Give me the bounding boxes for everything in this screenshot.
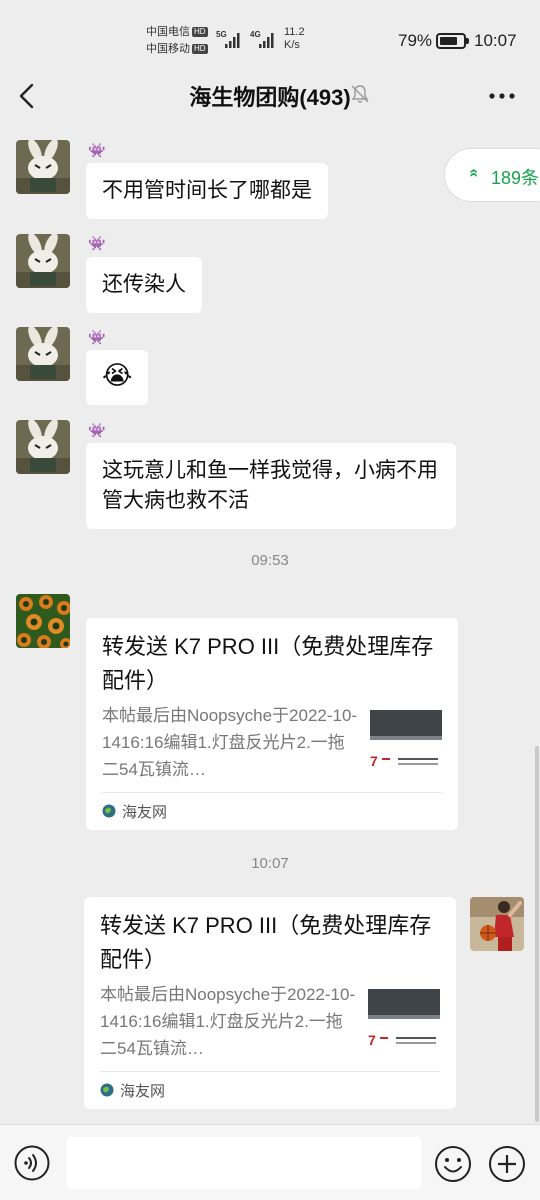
avatar-bunny[interactable] — [16, 327, 70, 381]
svg-text:7: 7 — [368, 1032, 376, 1048]
message-bubble[interactable]: 这玩意儿和鱼一样我觉得，小病不用管大病也救不活 — [86, 443, 456, 529]
message-timestamp: 10:07 — [251, 855, 289, 872]
coral-avatar-image — [16, 594, 70, 648]
bunny-avatar-image — [16, 234, 70, 288]
shared-link-card[interactable]: 转发送 K7 PRO III（免费处理库存配件） 本帖最后由Noopsyche于… — [86, 618, 458, 830]
crying-laughing-emoji-icon: 😭 — [102, 360, 133, 390]
svg-text:7: 7 — [370, 753, 378, 769]
card-description: 本帖最后由Noopsyche于2022-10-1416:16编辑1.灯盘反光片2… — [102, 706, 358, 779]
card-divider — [100, 1071, 440, 1072]
input-bar — [0, 1124, 540, 1200]
carrier-1: 中国电信 — [146, 26, 190, 38]
network-speed-unit: K/s — [284, 39, 300, 51]
plus-icon[interactable] — [488, 1145, 526, 1183]
shared-link-card[interactable]: 转发送 K7 PRO III（免费处理库存配件） 本帖最后由Noopsyche于… — [84, 897, 456, 1109]
avatar-bunny[interactable] — [16, 234, 70, 288]
bunny-avatar-image — [16, 140, 70, 194]
globe-icon — [100, 1083, 114, 1097]
battery-icon — [436, 33, 469, 49]
bunny-avatar-image — [16, 327, 70, 381]
message-bubble[interactable]: 还传染人 — [86, 257, 202, 313]
basketball-avatar-image — [470, 897, 524, 951]
emoji-icon[interactable] — [434, 1145, 472, 1183]
card-title: 转发送 K7 PRO III（免费处理库存配件） — [102, 634, 434, 693]
hd-badge-1: HD — [192, 27, 208, 37]
carrier-2: 中国移动 — [146, 43, 190, 55]
voice-icon[interactable] — [14, 1145, 50, 1181]
signal-5g: 5G — [216, 30, 244, 48]
card-divider — [102, 792, 442, 793]
bunny-avatar-image — [16, 420, 70, 474]
bell-off-icon — [351, 85, 369, 103]
avatar-bunny[interactable] — [16, 420, 70, 474]
signal-bars-icon — [259, 33, 274, 48]
unread-count: 189条 — [491, 168, 540, 188]
network-speed: 11.2 K/s — [284, 26, 305, 52]
chat-header: 海生物团购(493) — [0, 70, 540, 122]
signal-4g: 4G — [250, 30, 278, 48]
status-bar: 中国电信 HD 中国移动 HD 5G 4G 11.2 K/s 79% 10:07 — [0, 0, 540, 70]
status-time: 10:07 — [474, 31, 517, 50]
avatar-self[interactable] — [470, 897, 524, 951]
message-bubble[interactable]: 不用管时间长了哪都是 — [86, 163, 328, 219]
signal-bars-icon — [225, 33, 240, 48]
card-thumbnail: 7 — [368, 987, 440, 1059]
message-timestamp: 09:53 — [251, 552, 289, 569]
hd-badge-2: HD — [192, 44, 208, 54]
carrier-info: 中国电信 HD 中国移动 HD — [146, 24, 208, 58]
chat-scrollbar[interactable] — [535, 746, 539, 1122]
battery-fill — [440, 37, 458, 45]
network-speed-value: 11.2 — [284, 26, 305, 38]
avatar-bunny[interactable] — [16, 140, 70, 194]
card-source: 海友网 — [122, 804, 168, 821]
card-thumbnail: 7 — [370, 708, 442, 780]
sender-nickname: 👾 — [88, 329, 106, 345]
sender-nickname: 👾 — [88, 235, 106, 251]
product-thumbnail-image: 7 — [370, 708, 442, 780]
avatar-coral[interactable] — [16, 594, 70, 648]
card-description: 本帖最后由Noopsyche于2022-10-1416:16编辑1.灯盘反光片2… — [100, 985, 356, 1058]
unread-messages-pill[interactable]: « 189条 — [444, 148, 540, 202]
battery-percent: 79% — [398, 31, 433, 50]
sender-nickname: 👾 — [88, 422, 106, 438]
message-input[interactable] — [66, 1137, 422, 1189]
message-bubble[interactable]: 😭 — [86, 350, 149, 405]
card-source: 海友网 — [120, 1083, 166, 1100]
sender-nickname: 👾 — [88, 142, 106, 158]
globe-icon — [102, 804, 116, 818]
more-dots-icon[interactable] — [488, 92, 516, 100]
product-thumbnail-image: 7 — [368, 987, 440, 1059]
double-chevron-up-icon: « — [465, 168, 483, 178]
chat-title: 海生物团购(493) — [189, 85, 351, 110]
card-title: 转发送 K7 PRO III（免费处理库存配件） — [100, 913, 432, 972]
